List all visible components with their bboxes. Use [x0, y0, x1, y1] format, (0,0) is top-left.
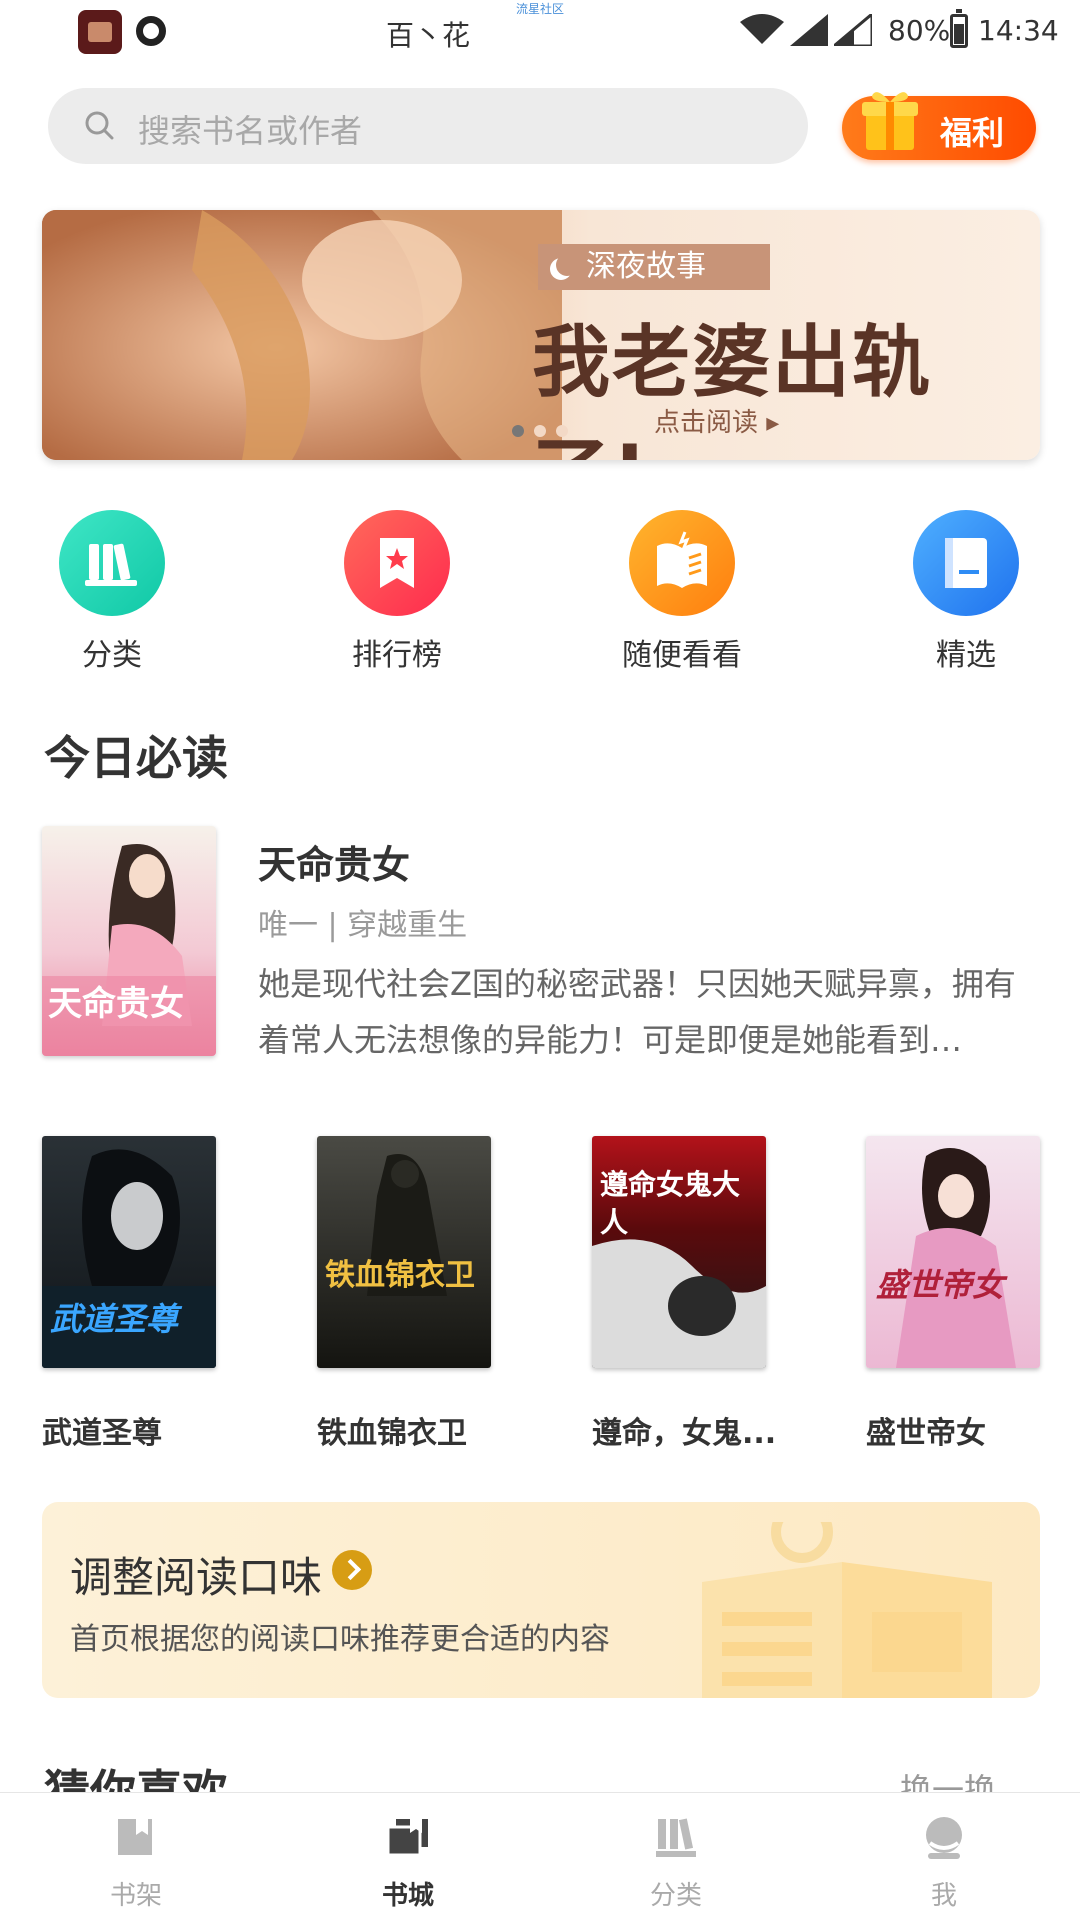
banner-title: 我老婆出轨了!: [532, 318, 933, 460]
refresh-button[interactable]: 换一换: [900, 1770, 996, 1792]
book-card[interactable]: 盛世帝女 盛世帝女: [866, 1136, 1042, 1452]
featured-book-title[interactable]: 天命贵女: [258, 834, 410, 889]
notification-ring-icon: [136, 16, 166, 46]
banner-dot: [556, 425, 568, 437]
tab-category[interactable]: 分类: [606, 1813, 746, 1912]
chevron-right-icon: [332, 1550, 372, 1590]
battery-percent: 80%: [888, 14, 951, 47]
nav-category-label: 分类: [82, 638, 142, 673]
tab-profile[interactable]: 我: [874, 1813, 1014, 1912]
clock: 14:34: [978, 14, 1059, 47]
featured-book-meta: 唯一 | 穿越重生: [258, 908, 468, 943]
tab-bookstore-label: 书城: [381, 1881, 434, 1911]
banner-read-link[interactable]: 点击阅读 ▸: [654, 402, 779, 439]
featured-book-cover[interactable]: 天命贵女: [42, 826, 216, 1056]
banner-dot: [512, 425, 524, 437]
reading-taste-title: 调整阅读口味: [70, 1553, 323, 1602]
selected-icon: [913, 510, 1019, 616]
profile-icon: [926, 1817, 962, 1859]
book-cover-title: 武道圣尊: [50, 1300, 179, 1338]
book-title: 铁血锦衣卫: [317, 1416, 467, 1451]
search-placeholder: 搜索书名或作者: [138, 112, 363, 150]
nav-ranking[interactable]: 排行榜: [307, 510, 487, 674]
book-title: 盛世帝女: [866, 1416, 986, 1451]
bookstore-icon: [386, 1819, 428, 1857]
battery-icon: [950, 9, 968, 48]
moon-icon: [556, 254, 578, 276]
watermark-text: 流星社区: [516, 2, 565, 16]
section-title-today: 今日必读: [44, 731, 228, 785]
book-cover: 遵命女鬼大人: [592, 1136, 766, 1368]
book-title: 武道圣尊: [42, 1416, 162, 1451]
carrier-name: 百丶花: [386, 19, 471, 52]
tab-bookshelf[interactable]: 书架: [66, 1813, 206, 1912]
book-cover-title: 铁血锦衣卫: [325, 1258, 475, 1293]
app-notification-icon: [78, 10, 122, 54]
welfare-label: 福利: [940, 114, 1005, 152]
bookshelf-icon: [118, 1819, 152, 1855]
book-cover: 铁血锦衣卫: [317, 1136, 491, 1368]
featured-book-description: 她是现代社会Z国的秘密武器！只因她天赋异禀，拥有着常人无法想像的异能力！可是即便…: [258, 965, 1016, 1059]
welfare-button[interactable]: 福利: [842, 92, 1036, 160]
book-illustration: [702, 1522, 992, 1698]
browse-icon: [629, 510, 735, 616]
banner-tag: 深夜故事: [538, 244, 770, 290]
nav-selected-label: 精选: [936, 638, 996, 673]
nav-category[interactable]: 分类: [22, 510, 202, 674]
book-cover-title: 盛世帝女: [876, 1266, 1005, 1304]
bottom-tab-bar: 书架 书城 分类 我: [0, 1792, 1080, 1920]
wifi-icon: [740, 14, 784, 44]
promo-banner[interactable]: 深夜故事 我老婆出轨了! 点击阅读 ▸: [42, 210, 1040, 460]
search-bar[interactable]: 搜索书名或作者: [48, 88, 808, 164]
tab-bookstore[interactable]: 书城: [338, 1813, 478, 1912]
nav-browse-label: 随便看看: [622, 638, 742, 673]
gift-icon: [862, 92, 918, 150]
section-title-guess: 猜你喜欢: [44, 1765, 228, 1794]
book-title: 遵命，女鬼...: [592, 1416, 777, 1451]
book-card[interactable]: 遵命女鬼大人 遵命，女鬼...: [592, 1136, 777, 1452]
banner-image: [42, 210, 562, 460]
tab-category-label: 分类: [649, 1881, 702, 1911]
signal-icon: [790, 14, 828, 46]
status-bar: 百丶花 流星社区 80% 14:34: [0, 0, 1080, 66]
banner-tag-text: 深夜故事: [586, 249, 706, 284]
tab-bookshelf-label: 书架: [109, 1881, 162, 1911]
book-cover-title: 遵命女鬼大人: [600, 1168, 741, 1239]
book-cover: 盛世帝女: [866, 1136, 1040, 1368]
tab-profile-label: 我: [930, 1881, 957, 1911]
reading-taste-card[interactable]: 调整阅读口味 首页根据您的阅读口味推荐更合适的内容: [42, 1502, 1040, 1698]
banner-pagination: [512, 422, 578, 441]
book-card[interactable]: 铁血锦衣卫 铁血锦衣卫: [317, 1136, 493, 1452]
book-cover: 武道圣尊: [42, 1136, 216, 1368]
signal-icon-2: [834, 14, 872, 46]
banner-dot: [534, 425, 546, 437]
reading-taste-subtitle: 首页根据您的阅读口味推荐更合适的内容: [70, 1622, 610, 1657]
category-tab-icon: [656, 1818, 696, 1857]
featured-cover-title: 天命贵女: [48, 984, 184, 1024]
ranking-icon: [344, 510, 450, 616]
book-card[interactable]: 武道圣尊 武道圣尊: [42, 1136, 218, 1452]
nav-browse[interactable]: 随便看看: [592, 510, 772, 674]
search-icon: [85, 111, 114, 140]
nav-selected[interactable]: 精选: [876, 510, 1056, 674]
category-icon: [59, 510, 165, 616]
nav-ranking-label: 排行榜: [352, 638, 442, 673]
